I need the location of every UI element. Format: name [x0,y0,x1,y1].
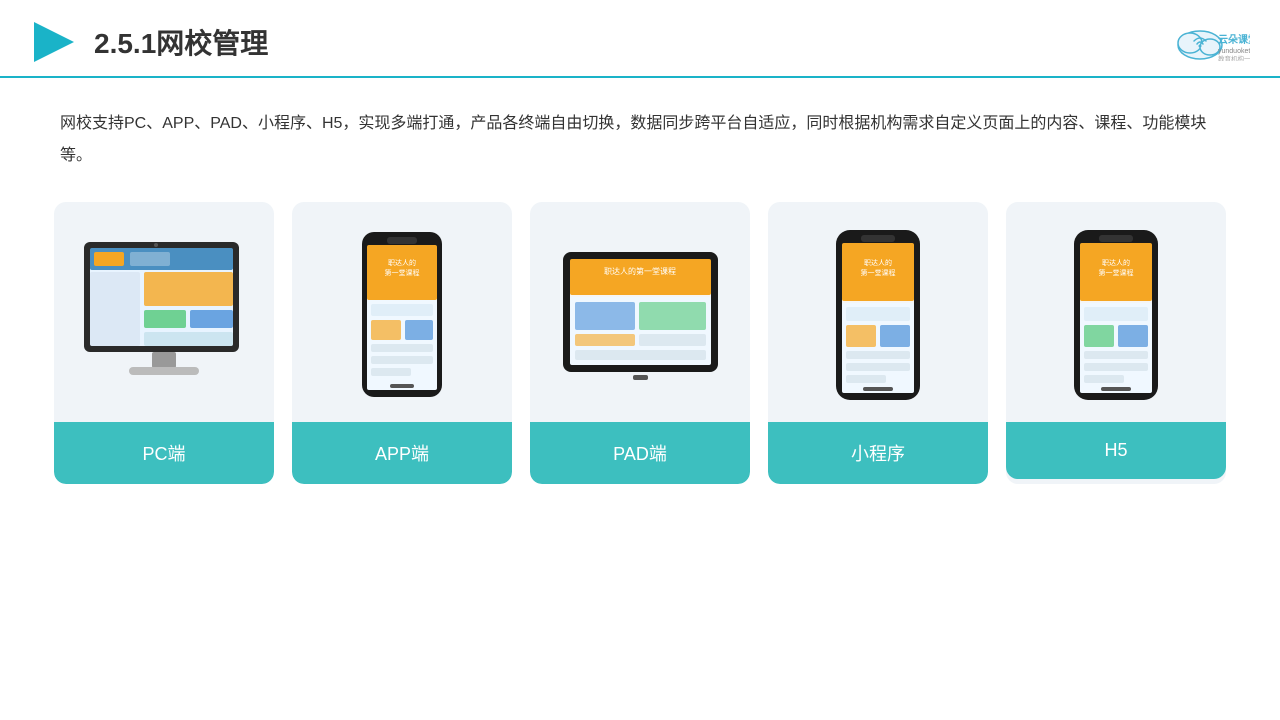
card-h5-label: H5 [1006,422,1226,479]
main-content: 网校支持PC、APP、PAD、小程序、H5，实现多端打通，产品各终端自由切换，数… [0,78,1280,504]
card-pad-image: 职达人的第一堂课程 [530,202,750,422]
logo-svg: 云朵课堂 yunduoketang.com 教育机构一站式服务云平台 [1170,23,1250,61]
card-app-image: 职达人的 第一堂课程 [292,202,512,422]
play-icon [30,18,78,66]
card-app-label: APP端 [292,422,512,484]
page-header: 2.5.1网校管理 云朵课堂 yunduoketang.com 教育机构一站式服… [0,0,1280,78]
card-pad-label: PAD端 [530,422,750,484]
miniprogram-mockup-svg: 职达人的 第一堂课程 [828,227,928,407]
app-mockup-svg: 职达人的 第一堂课程 [352,227,452,407]
cards-container: PC端 职达人的 第一堂课程 [60,202,1220,484]
svg-text:第一堂课程: 第一堂课程 [861,268,896,277]
svg-text:yunduoketang.com: yunduoketang.com [1218,48,1250,55]
card-pc: PC端 [54,202,274,484]
pad-mockup-svg: 职达人的第一堂课程 [553,242,728,392]
card-h5: 职达人的 第一堂课程 H5 [1006,202,1226,484]
svg-text:职达人的第一堂课程: 职达人的第一堂课程 [604,266,676,276]
description-text: 网校支持PC、APP、PAD、小程序、H5，实现多端打通，产品各终端自由切换，数… [60,108,1220,172]
svg-text:教育机构一站式服务云平台: 教育机构一站式服务云平台 [1218,54,1250,61]
card-pc-image [54,202,274,422]
pc-mockup-svg [74,237,254,397]
card-miniprogram: 职达人的 第一堂课程 小程序 [768,202,988,484]
svg-text:第一堂课程: 第一堂课程 [1099,268,1134,277]
card-miniprogram-image: 职达人的 第一堂课程 [768,202,988,422]
card-h5-image: 职达人的 第一堂课程 [1006,202,1226,422]
h5-mockup-svg: 职达人的 第一堂课程 [1066,227,1166,407]
header-left: 2.5.1网校管理 [30,18,268,66]
card-app: 职达人的 第一堂课程 APP端 [292,202,512,484]
svg-text:职达人的: 职达人的 [864,258,892,267]
card-pc-label: PC端 [54,422,274,484]
svg-text:职达人的: 职达人的 [388,258,416,267]
card-miniprogram-label: 小程序 [768,422,988,484]
brand-logo: 云朵课堂 yunduoketang.com 教育机构一站式服务云平台 [1170,23,1250,61]
svg-text:第一堂课程: 第一堂课程 [385,268,420,277]
svg-text:职达人的: 职达人的 [1102,258,1130,267]
svg-text:云朵课堂: 云朵课堂 [1218,33,1250,46]
page-title: 2.5.1网校管理 [94,22,268,62]
card-pad: 职达人的第一堂课程 PAD端 [530,202,750,484]
